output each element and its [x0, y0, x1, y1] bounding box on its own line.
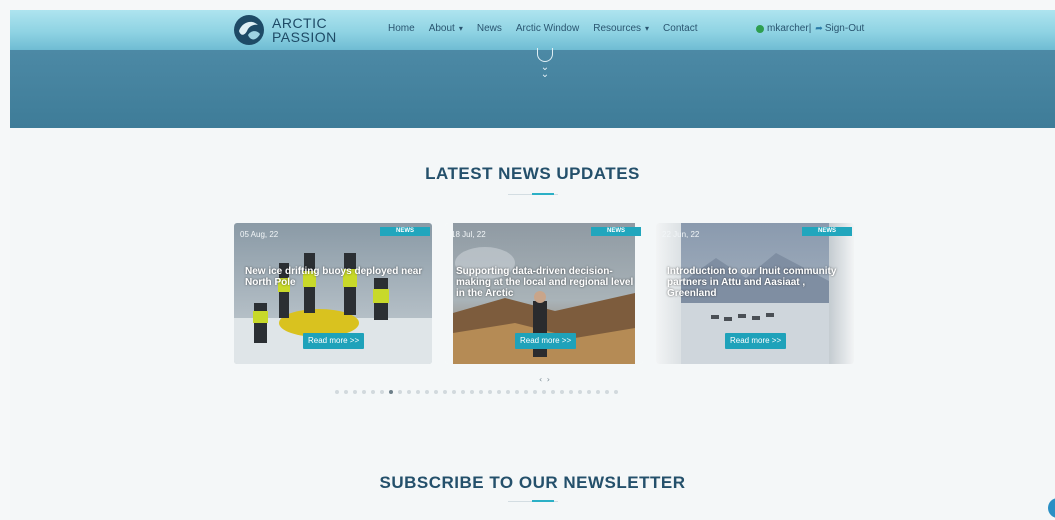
nav-about-label: About — [428, 23, 455, 34]
news-carousel: 05 Aug, 22 NEWS New ice drifting buoys d… — [234, 223, 854, 365]
carousel-dot[interactable] — [515, 390, 519, 394]
nav-news[interactable]: News — [477, 23, 502, 34]
nav-contact[interactable]: Contact — [663, 23, 697, 34]
news-card[interactable]: 18 Jul, 22 NEWS Supporting data-driven d… — [445, 223, 643, 364]
main-nav: Home About ▾ News Arctic Window Resources… — [388, 23, 712, 34]
carousel-dot[interactable] — [479, 390, 483, 394]
carousel-dot[interactable] — [470, 390, 474, 394]
news-card[interactable]: 22 Jun, 22 NEWS Introduction to our Inui… — [656, 223, 854, 364]
carousel-dot[interactable] — [380, 390, 384, 394]
news-badge: NEWS — [591, 227, 641, 236]
hero-banner: ARCTIC PASSION Home About ▾ News Arctic W… — [10, 10, 1055, 128]
separator: | — [808, 23, 812, 34]
news-badge: NEWS — [802, 227, 852, 236]
carousel-dot[interactable] — [452, 390, 456, 394]
carousel-pagination — [335, 390, 623, 394]
carousel-dot[interactable] — [344, 390, 348, 394]
carousel-dot[interactable] — [362, 390, 366, 394]
nav-arctic-window[interactable]: Arctic Window — [516, 23, 579, 34]
nav-news-label: News — [476, 23, 502, 34]
logo-line-2: PASSION — [272, 29, 337, 45]
carousel-dot[interactable] — [425, 390, 429, 394]
carousel-dot[interactable] — [353, 390, 357, 394]
nav-resources-label: Resources — [593, 23, 642, 34]
news-card-date: 18 Jul, 22 — [451, 230, 486, 239]
nav-arctic-window-label: Arctic Window — [515, 23, 580, 34]
news-badge: NEWS — [380, 227, 430, 236]
double-chevron-down-icon[interactable]: ⌄ ⌄ — [540, 63, 550, 80]
news-card-title[interactable]: Introduction to our Inuit community part… — [667, 266, 847, 299]
carousel-dot[interactable] — [371, 390, 375, 394]
carousel-dot[interactable] — [398, 390, 402, 394]
news-card-title[interactable]: Supporting data-driven decision-making a… — [456, 266, 636, 299]
carousel-dot[interactable] — [416, 390, 420, 394]
newsletter-section-title: SUBSCRIBE TO OUR NEWSLETTER — [379, 473, 686, 492]
arctic-passion-logo-icon — [234, 15, 264, 45]
carousel-next-button[interactable]: › — [547, 375, 550, 384]
sign-out-link[interactable]: Sign-Out — [825, 23, 864, 34]
news-section-title: LATEST NEWS UPDATES — [425, 164, 640, 183]
carousel-dot[interactable] — [443, 390, 447, 394]
carousel-dot[interactable] — [533, 390, 537, 394]
carousel-dot[interactable] — [578, 390, 582, 394]
top-navbar: ARCTIC PASSION Home About ▾ News Arctic W… — [10, 10, 1055, 50]
nav-contact-label: Contact — [663, 23, 698, 34]
read-more-button[interactable]: Read more >> — [303, 333, 365, 349]
carousel-dot[interactable] — [614, 390, 618, 394]
carousel-dot[interactable] — [596, 390, 600, 394]
carousel-dot[interactable] — [569, 390, 573, 394]
user-icon — [756, 24, 764, 33]
carousel-dot[interactable] — [524, 390, 528, 394]
logo-line-1: ARCTIC — [272, 15, 328, 31]
logo-wordmark: ARCTIC PASSION — [272, 16, 337, 44]
carousel-dot[interactable] — [389, 390, 393, 394]
news-card-title[interactable]: New ice drifting buoys deployed near Nor… — [245, 266, 425, 288]
carousel-dot[interactable] — [335, 390, 339, 394]
read-more-button[interactable]: Read more >> — [515, 333, 577, 349]
nav-home[interactable]: Home — [388, 23, 415, 34]
chevron-down-icon: ▾ — [645, 24, 650, 33]
carousel-dot[interactable] — [560, 390, 564, 394]
carousel-dot[interactable] — [587, 390, 591, 394]
carousel-dot[interactable] — [434, 390, 438, 394]
nav-home-label: Home — [388, 23, 415, 34]
carousel-dot[interactable] — [542, 390, 546, 394]
carousel-dot[interactable] — [497, 390, 501, 394]
chevron-down-icon: ▾ — [458, 24, 463, 33]
news-card[interactable]: 05 Aug, 22 NEWS New ice drifting buoys d… — [234, 223, 432, 364]
nav-resources[interactable]: Resources ▾ — [593, 23, 649, 34]
carousel-dot[interactable] — [506, 390, 510, 394]
scroll-mouse-icon[interactable] — [537, 48, 553, 62]
page: ARCTIC PASSION Home About ▾ News Arctic W… — [10, 10, 1055, 520]
nav-about[interactable]: About ▾ — [429, 23, 463, 34]
site-logo[interactable]: ARCTIC PASSION — [232, 13, 342, 47]
title-divider-accent — [532, 193, 554, 195]
carousel-arrows: ‹ › — [538, 375, 551, 384]
title-divider-accent — [532, 500, 554, 502]
sign-out-icon: ➦ — [815, 23, 823, 33]
browser-viewport: ARCTIC PASSION Home About ▾ News Arctic W… — [0, 0, 1055, 520]
carousel-dot[interactable] — [461, 390, 465, 394]
carousel-dot[interactable] — [407, 390, 411, 394]
carousel-dot[interactable] — [551, 390, 555, 394]
carousel-dot[interactable] — [605, 390, 609, 394]
username-link[interactable]: mkarcher — [767, 23, 809, 34]
carousel-prev-button[interactable]: ‹ — [539, 375, 542, 384]
carousel-dot[interactable] — [488, 390, 492, 394]
user-menu: mkarcher | ➦ Sign-Out — [756, 23, 864, 34]
read-more-button[interactable]: Read more >> — [725, 333, 787, 349]
news-card-date: 05 Aug, 22 — [240, 230, 279, 239]
news-card-date: 22 Jun, 22 — [662, 230, 700, 239]
